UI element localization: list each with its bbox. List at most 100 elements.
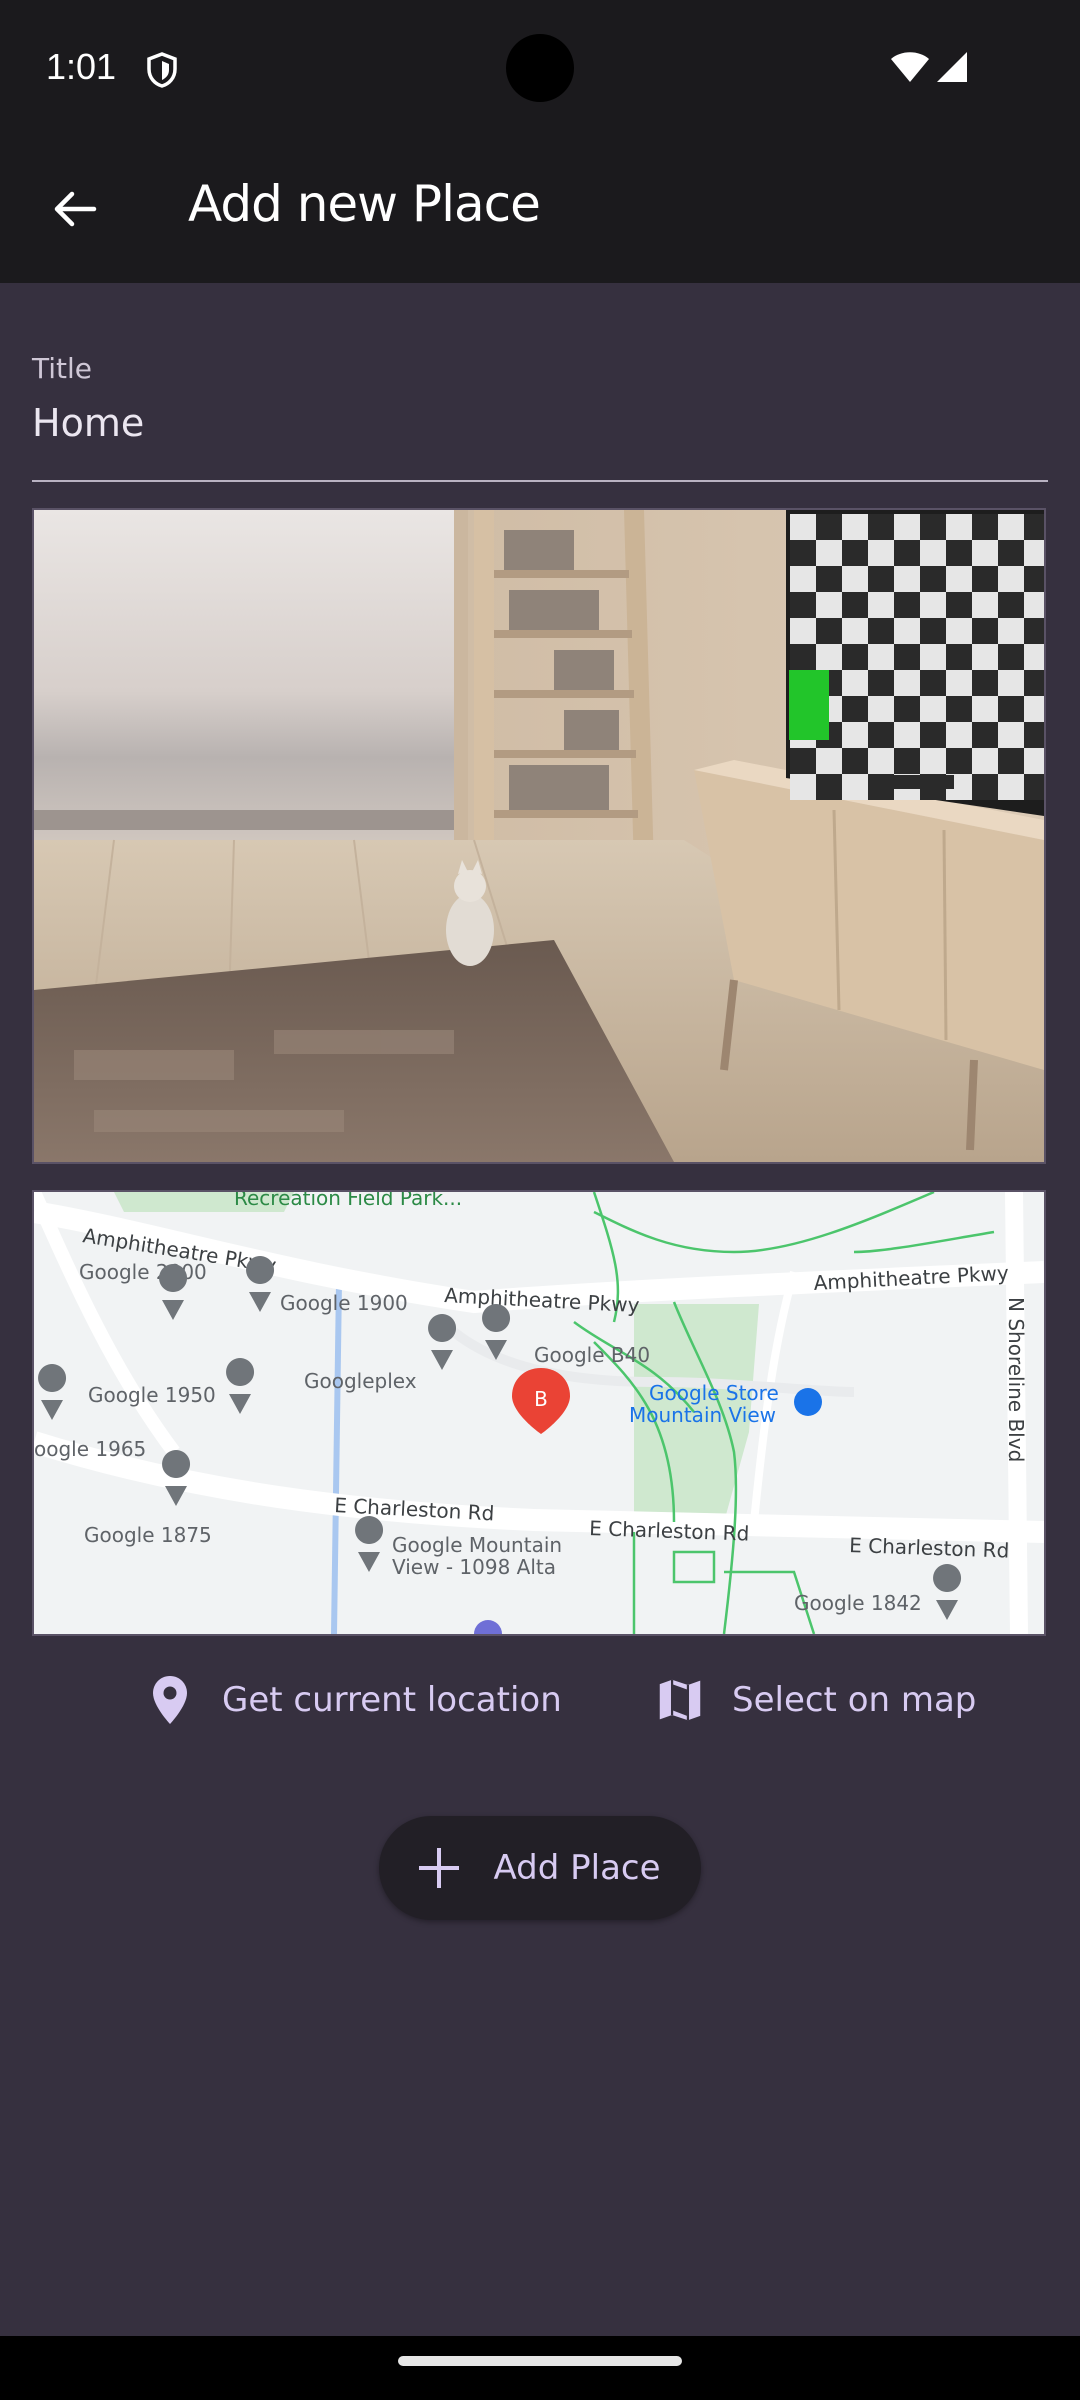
tv-checker-square — [1024, 592, 1044, 618]
get-current-location-button[interactable]: Get current location — [148, 1665, 562, 1735]
map-label-recreation: Recreation Field Park... — [234, 1192, 462, 1210]
tv-checker-square — [816, 748, 842, 774]
tv-checker-square — [998, 566, 1024, 592]
tv-checker-square — [946, 514, 972, 540]
tv-checker-square — [920, 514, 946, 540]
shield-icon — [147, 52, 177, 88]
wifi-icon — [891, 52, 929, 82]
front-camera — [506, 34, 574, 102]
tv-checker-square — [842, 696, 868, 722]
room-image — [34, 510, 1044, 1162]
tv-checker-square — [998, 644, 1024, 670]
map-label-google1900: Google 1900 — [280, 1291, 408, 1315]
tv-checker-square — [842, 618, 868, 644]
select-on-map-label: Select on map — [732, 1680, 977, 1720]
tv-checker-square — [998, 748, 1024, 774]
tv-checker-square — [894, 618, 920, 644]
tv-checker-square — [790, 774, 816, 800]
tv-checker-square — [946, 722, 972, 748]
navigation-bar — [0, 2336, 1080, 2400]
app-bar: Add new Place — [0, 135, 1080, 283]
tv-checker-square — [998, 670, 1024, 696]
tv-checker-square — [920, 540, 946, 566]
tv-checker-square — [920, 566, 946, 592]
map-label-google-store-1: Google Store — [649, 1381, 779, 1405]
location-pin-icon — [148, 1674, 192, 1726]
map-label-google1842: Google 1842 — [794, 1591, 922, 1615]
tv-checker-square — [972, 774, 998, 800]
add-place-button[interactable]: Add Place — [379, 1816, 701, 1920]
map-label-googleplex: Googleplex — [304, 1369, 417, 1393]
tv-checker-square — [998, 514, 1024, 540]
map-label-google-mv-2: View - 1098 Alta — [392, 1555, 556, 1579]
tv-checker-square — [972, 566, 998, 592]
plus-icon — [419, 1848, 460, 1888]
tv-checker-square — [972, 514, 998, 540]
tv-checker-square — [842, 774, 868, 800]
tv-checker-square — [1024, 774, 1044, 800]
home-indicator[interactable] — [398, 2356, 682, 2366]
tv-checker-square — [1024, 644, 1044, 670]
tv-checker-square — [946, 566, 972, 592]
tv-checker-square — [946, 644, 972, 670]
tv-checker-square — [894, 592, 920, 618]
map-preview[interactable]: Recreation Field Park... Amphitheatre Pk… — [32, 1190, 1046, 1636]
tv-checker-square — [972, 618, 998, 644]
tv-checker-square — [894, 566, 920, 592]
tv-checker-square — [972, 722, 998, 748]
tv-checker-square — [1024, 748, 1044, 774]
select-on-map-button[interactable]: Select on map — [658, 1665, 976, 1735]
tv-checker-square — [946, 670, 972, 696]
tv-checker-square — [946, 618, 972, 644]
tv-checker-square — [816, 592, 842, 618]
tv-checker-square — [998, 722, 1024, 748]
place-photo[interactable] — [32, 508, 1046, 1164]
back-button[interactable] — [42, 177, 106, 241]
tv-checker-square — [790, 540, 816, 566]
tv-checker-square — [868, 644, 894, 670]
tv — [786, 510, 1044, 816]
map-label-google-mv-1: Google Mountain — [392, 1533, 562, 1557]
tv-checker-square — [972, 540, 998, 566]
tv-checker-square — [998, 696, 1024, 722]
tv-checker-square — [894, 722, 920, 748]
tv-checker-square — [894, 696, 920, 722]
status-time: 1:01 — [46, 46, 117, 87]
tv-checker-square — [972, 592, 998, 618]
store-pin-icon — [794, 1388, 822, 1416]
tv-checker-square — [842, 748, 868, 774]
tv-checker-square — [868, 696, 894, 722]
tv-checker-square — [998, 774, 1024, 800]
tv-checker-square — [868, 722, 894, 748]
tv-checker-square — [1024, 540, 1044, 566]
map-image: Recreation Field Park... Amphitheatre Pk… — [34, 1192, 1044, 1634]
tv-checker-square — [1024, 618, 1044, 644]
tv-checker-square — [920, 722, 946, 748]
tv-checker-square — [842, 592, 868, 618]
arrow-back-icon — [54, 191, 97, 227]
tv-checker-square — [894, 540, 920, 566]
tv-checker-square — [790, 618, 816, 644]
tv-checker-square — [894, 670, 920, 696]
get-current-location-label: Get current location — [222, 1680, 562, 1720]
tv-checker-square — [920, 592, 946, 618]
tv-checker-square — [1024, 670, 1044, 696]
tv-checker-square — [894, 748, 920, 774]
title-field-underline — [32, 480, 1048, 482]
tv-checker-square — [868, 514, 894, 540]
map-label-google2000: Google 2000 — [79, 1260, 207, 1284]
map-label-google1875: Google 1875 — [84, 1523, 212, 1547]
tv-checker-square — [816, 540, 842, 566]
tv-checker-square — [946, 696, 972, 722]
tv-checker-square — [972, 696, 998, 722]
tv-checker-square — [816, 618, 842, 644]
tv-checker-square — [842, 670, 868, 696]
tv-checker-square — [946, 592, 972, 618]
tv-checker-square — [790, 592, 816, 618]
tv-checker-square — [842, 514, 868, 540]
title-input[interactable] — [32, 398, 1044, 448]
tv-checker-square — [816, 514, 842, 540]
tv-checker-square — [842, 540, 868, 566]
tv-checker-square — [816, 644, 842, 670]
tv-checker-square — [920, 670, 946, 696]
